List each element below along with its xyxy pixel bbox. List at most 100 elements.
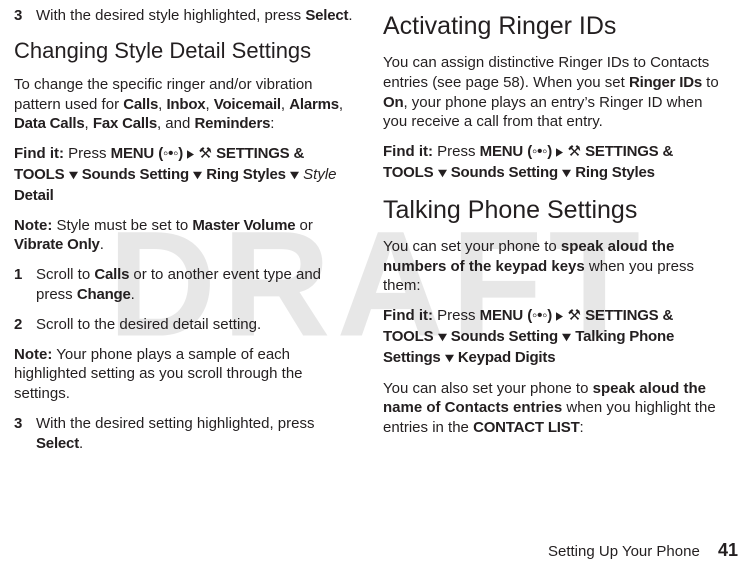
paragraph: To change the specific ringer and/or vib… — [14, 75, 355, 134]
term: Alarms — [289, 96, 339, 113]
term: Inbox — [166, 96, 205, 113]
note-label: Note: — [14, 346, 52, 363]
footer-label: Setting Up Your Phone — [548, 543, 700, 560]
menu-item: Sounds Setting — [82, 166, 189, 183]
list-item: 2 Scroll to the desired detail setting. — [14, 315, 355, 335]
note: Note: Your phone plays a sample of each … — [14, 345, 355, 404]
term: Voicemail — [214, 96, 281, 113]
step-text: Scroll to the desired detail setting. — [36, 315, 355, 335]
text: You can also set your phone to — [383, 380, 593, 397]
tools-icon: ⚒ — [567, 307, 580, 324]
step-text: With the desired style highlighted, pres… — [36, 6, 355, 26]
paragraph: You can assign distinctive Ringer IDs to… — [383, 53, 724, 132]
select-label: Select — [305, 7, 348, 24]
menu-item: Keypad Digits — [458, 349, 555, 366]
find-it-line: Find it: Press MENU (◦•◦) ⚒ SETTINGS & T… — [383, 306, 724, 368]
list-item: 3 With the desired setting highlighted, … — [14, 414, 355, 454]
arrow-down-icon — [445, 349, 454, 369]
step-number: 1 — [14, 265, 36, 305]
menu-item: Detail — [14, 187, 54, 204]
text: . — [348, 7, 352, 24]
text: or — [295, 217, 313, 234]
menu-item: Sounds Setting — [451, 328, 558, 345]
term: Reminders — [195, 115, 271, 132]
step-text: Scroll to Calls or to another event type… — [36, 265, 355, 305]
menu-item: Sounds Setting — [451, 164, 558, 181]
left-column: 3 With the desired style highlighted, pr… — [0, 6, 369, 464]
text: , — [281, 96, 289, 113]
menu-item: Ring Styles — [575, 164, 655, 181]
arrow-right-icon — [556, 143, 563, 163]
paragraph: You can also set your phone to speak alo… — [383, 379, 724, 438]
center-key-icon: (◦•◦) — [527, 143, 552, 160]
arrow-down-icon — [69, 166, 78, 186]
find-label: Find it: — [383, 143, 433, 160]
text: . — [100, 236, 104, 253]
term: Vibrate Only — [14, 236, 100, 253]
section-heading: Changing Style Detail Settings — [14, 36, 355, 65]
arrow-down-icon — [193, 166, 202, 186]
term: Ringer IDs — [629, 74, 702, 91]
text: Style must be set to — [52, 217, 192, 234]
tools-icon: ⚒ — [567, 143, 580, 160]
menu-item: Ring Styles — [206, 166, 286, 183]
text: Scroll to — [36, 266, 94, 283]
term: Change — [77, 286, 131, 303]
text: With the desired setting highlighted, pr… — [36, 415, 315, 432]
text: , — [85, 115, 93, 132]
text: : — [580, 419, 584, 436]
list-item: 3 With the desired style highlighted, pr… — [14, 6, 355, 26]
text: Your phone plays a sample of each highli… — [14, 346, 303, 403]
menu-key: MENU — [111, 145, 154, 162]
step-text: With the desired setting highlighted, pr… — [36, 414, 355, 454]
term: Fax Calls — [93, 115, 157, 132]
step-number: 2 — [14, 315, 36, 335]
term: Data Calls — [14, 115, 85, 132]
arrow-down-icon — [562, 164, 571, 184]
find-it-line: Find it: Press MENU (◦•◦) ⚒ SETTINGS & T… — [383, 142, 724, 184]
step-number: 3 — [14, 6, 36, 26]
list-item: 1 Scroll to Calls or to another event ty… — [14, 265, 355, 305]
select-label: Select — [36, 435, 79, 452]
term: On — [383, 94, 403, 111]
term: Calls — [94, 266, 129, 283]
text: With the desired style highlighted, pres… — [36, 7, 305, 24]
menu-key: MENU — [480, 307, 523, 324]
term: CONTACT LIST — [473, 419, 579, 436]
find-label: Find it: — [383, 307, 433, 324]
text: . — [131, 286, 135, 303]
note-label: Note: — [14, 217, 52, 234]
text: : — [270, 115, 274, 132]
find-it-line: Find it: Press MENU (◦•◦) ⚒ SETTINGS & T… — [14, 144, 355, 205]
section-heading: Activating Ringer IDs — [383, 10, 724, 43]
tools-icon: ⚒ — [198, 145, 211, 162]
text: Press — [433, 307, 480, 324]
arrow-down-icon — [290, 166, 299, 186]
page-footer: Setting Up Your Phone 41 — [548, 540, 738, 561]
arrow-down-icon — [562, 328, 571, 348]
text: , and — [157, 115, 195, 132]
arrow-right-icon — [556, 307, 563, 327]
term: Master Volume — [192, 217, 295, 234]
text: . — [79, 435, 83, 452]
step-number: 3 — [14, 414, 36, 454]
text: , your phone plays an entry’s Ringer ID … — [383, 94, 703, 131]
right-column: Activating Ringer IDs You can assign dis… — [369, 6, 738, 464]
arrow-down-icon — [438, 328, 447, 348]
paragraph: You can set your phone to speak aloud th… — [383, 237, 724, 296]
menu-key: MENU — [480, 143, 523, 160]
text: to — [702, 74, 719, 91]
text: Press — [433, 143, 480, 160]
find-label: Find it: — [14, 145, 64, 162]
page-number: 41 — [718, 540, 738, 560]
text: Press — [64, 145, 111, 162]
text: You can set your phone to — [383, 238, 561, 255]
style-placeholder: Style — [303, 166, 336, 183]
note: Note: Style must be set to Master Volume… — [14, 216, 355, 256]
section-heading: Talking Phone Settings — [383, 194, 724, 227]
term: Calls — [123, 96, 158, 113]
arrow-right-icon — [187, 145, 194, 165]
text: , — [205, 96, 213, 113]
center-key-icon: (◦•◦) — [527, 307, 552, 324]
text: , — [339, 96, 343, 113]
